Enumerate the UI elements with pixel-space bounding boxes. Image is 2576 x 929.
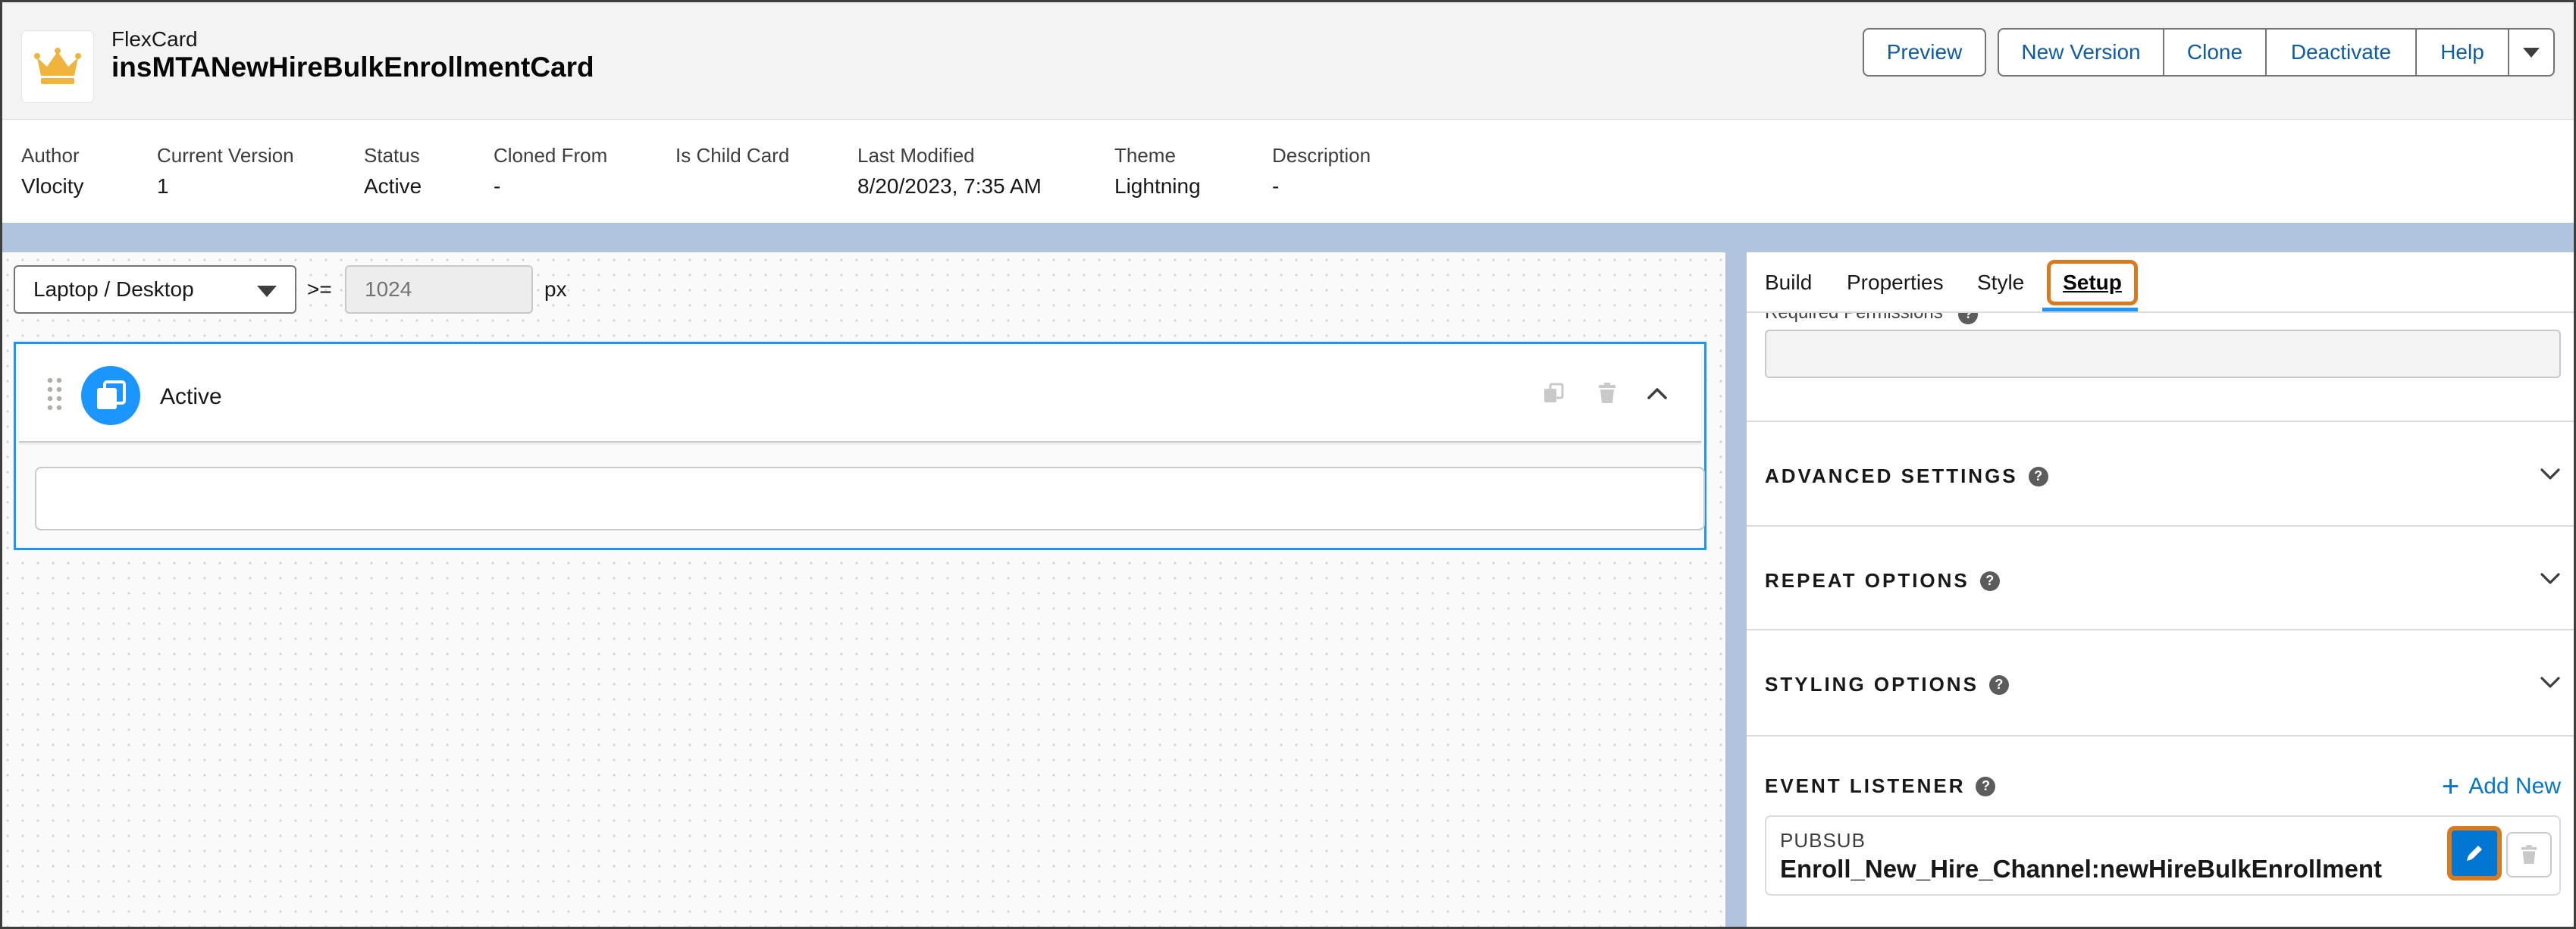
- chevron-down-icon: [2523, 47, 2540, 58]
- meta-label: Status: [364, 144, 420, 167]
- help-icon[interactable]: ?: [1976, 776, 1996, 796]
- meta-description: Description -: [1272, 144, 1371, 199]
- state-body-dropzone[interactable]: [35, 467, 1705, 530]
- meta-is-child-card: Is Child Card: [675, 144, 789, 174]
- caret-down-icon: [257, 286, 277, 297]
- card-details: Author Vlocity Current Version 1 Status …: [0, 120, 2576, 223]
- edit-listener-button[interactable]: [2447, 826, 2502, 881]
- new-version-button[interactable]: New Version: [1998, 28, 2164, 77]
- meta-current-version: Current Version 1: [157, 144, 294, 199]
- delete-icon: [2521, 845, 2537, 864]
- duplicate-icon[interactable]: [1538, 378, 1568, 408]
- more-actions-button[interactable]: [2508, 28, 2555, 77]
- clone-button[interactable]: Clone: [2163, 28, 2267, 77]
- deactivate-button[interactable]: Deactivate: [2265, 28, 2417, 77]
- meta-cloned-from: Cloned From -: [494, 144, 607, 199]
- flexcard-icon: [21, 30, 94, 103]
- meta-value: 8/20/2023, 7:35 AM: [857, 174, 1042, 198]
- event-listener-section: EVENT LISTENER ? + Add New PUBSUB Enroll…: [1747, 735, 2576, 929]
- required-permissions-input[interactable]: [1765, 330, 2561, 378]
- drag-handle-icon[interactable]: [46, 377, 63, 410]
- section-title: REPEAT OPTIONS ?: [1765, 569, 2000, 593]
- section-title: ADVANCED SETTINGS ?: [1765, 465, 2048, 488]
- meta-value: Active: [364, 174, 422, 198]
- meta-label: Theme: [1114, 144, 1176, 167]
- meta-label: Current Version: [157, 144, 294, 167]
- meta-label: Author: [21, 144, 80, 167]
- tab-properties[interactable]: Properties: [1847, 271, 1944, 295]
- breakpoint-operator: >=: [307, 277, 332, 301]
- device-select[interactable]: Laptop / Desktop: [14, 265, 296, 314]
- chevron-down-icon[interactable]: [2540, 466, 2561, 483]
- section-title-text: REPEAT OPTIONS: [1765, 569, 1970, 592]
- section-title-text: EVENT LISTENER: [1765, 774, 1966, 797]
- section-title: EVENT LISTENER ?: [1765, 774, 1996, 798]
- meta-label: Is Child Card: [675, 144, 790, 167]
- tab-style[interactable]: Style: [1977, 271, 2024, 295]
- help-icon[interactable]: ?: [2028, 466, 2048, 486]
- page-header: FlexCard insMTANewHireBulkEnrollmentCard…: [0, 0, 2576, 120]
- section-title-text: ADVANCED SETTINGS: [1765, 465, 2018, 487]
- meta-theme: Theme Lightning: [1114, 144, 1201, 199]
- delete-icon[interactable]: [1592, 378, 1622, 408]
- chevron-up-icon[interactable]: [1642, 378, 1672, 408]
- add-new-label: Add New: [2468, 774, 2561, 799]
- add-new-listener-button[interactable]: + Add New: [2442, 771, 2561, 802]
- meta-label: Cloned From: [494, 144, 608, 167]
- meta-status: Status Active: [364, 144, 421, 199]
- chevron-down-icon[interactable]: [2540, 674, 2561, 691]
- help-icon[interactable]: ?: [1979, 571, 2000, 591]
- listener-type: PUBSUB: [1780, 829, 1866, 852]
- styling-options-section[interactable]: STYLING OPTIONS ?: [1747, 629, 2576, 733]
- help-icon[interactable]: ?: [1988, 674, 2009, 695]
- section-title: STYLING OPTIONS ?: [1765, 673, 2009, 696]
- breakpoint-width-input[interactable]: 1024: [345, 265, 533, 314]
- tab-setup[interactable]: Setup: [2047, 260, 2138, 305]
- pencil-icon: [2467, 846, 2482, 861]
- meta-label: Description: [1272, 144, 1371, 167]
- meta-value: Vlocity: [21, 174, 84, 198]
- panel-tabs: Build Properties Style Setup: [1747, 252, 2576, 313]
- listener-channel-name: Enroll_New_Hire_Channel:newHireBulkEnrol…: [1780, 855, 2383, 883]
- action-button-group: New Version Clone Deactivate Help: [1998, 28, 2555, 77]
- state-card-active[interactable]: Active: [14, 342, 1706, 550]
- preview-button[interactable]: Preview: [1863, 28, 1986, 77]
- meta-last-modified: Last Modified 8/20/2023, 7:35 AM: [857, 144, 1042, 199]
- meta-label: Last Modified: [857, 144, 975, 167]
- panel-divider[interactable]: [1725, 252, 1747, 929]
- event-listener-item: PUBSUB Enroll_New_Hire_Channel:newHireBu…: [1765, 815, 2561, 896]
- advanced-settings-section[interactable]: ADVANCED SETTINGS ?: [1747, 421, 2576, 524]
- plus-icon: +: [2441, 770, 2460, 803]
- device-select-value: Laptop / Desktop: [33, 277, 194, 301]
- meta-value: Lightning: [1114, 174, 1201, 198]
- breakpoint-unit: px: [544, 277, 567, 301]
- state-name: Active: [160, 384, 222, 409]
- active-tab-indicator: [2042, 308, 2138, 311]
- chevron-down-icon[interactable]: [2540, 571, 2561, 587]
- delete-listener-button[interactable]: [2506, 832, 2552, 877]
- help-button[interactable]: Help: [2415, 28, 2509, 77]
- repeat-options-section[interactable]: REPEAT OPTIONS ?: [1747, 525, 2576, 629]
- meta-value: -: [494, 174, 501, 198]
- meta-value: -: [1272, 174, 1280, 198]
- record-type-label: FlexCard: [111, 27, 198, 51]
- state-icon: [81, 366, 140, 425]
- tab-build[interactable]: Build: [1765, 271, 1812, 295]
- meta-value: 1: [157, 174, 169, 198]
- state-header: Active: [19, 346, 1701, 443]
- section-title-text: STYLING OPTIONS: [1765, 673, 1979, 696]
- properties-panel: Required Permissions ? Build Properties …: [1747, 252, 2576, 929]
- page-title: insMTANewHireBulkEnrollmentCard: [111, 52, 594, 83]
- meta-author: Author Vlocity: [21, 144, 83, 199]
